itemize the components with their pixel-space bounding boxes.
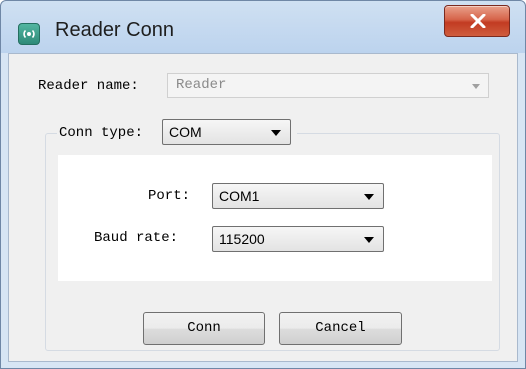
reader-name-label: Reader name: — [38, 78, 139, 94]
conn-button[interactable]: Conn — [143, 312, 265, 345]
conn-type-value: COM — [169, 124, 202, 140]
dialog-client-area: Reader name: Reader Conn type: COM Port:… — [8, 53, 518, 362]
reader-name-combo: Reader — [167, 73, 489, 98]
baud-rate-label: Baud rate: — [94, 230, 179, 246]
dialog-window: Reader Conn Reader name: Reader Conn typ… — [0, 0, 526, 369]
radio-signal-icon — [18, 23, 40, 45]
baud-rate-select[interactable]: 115200 — [212, 226, 384, 252]
conn-type-label: Conn type: — [59, 125, 144, 141]
title-bar[interactable]: Reader Conn — [1, 1, 525, 53]
close-button[interactable] — [444, 5, 510, 37]
baud-rate-value: 115200 — [219, 231, 265, 247]
port-label: Port: — [148, 188, 191, 204]
window-title: Reader Conn — [55, 19, 174, 41]
conn-type-select[interactable]: COM — [162, 119, 291, 145]
port-value: COM1 — [219, 188, 260, 204]
chevron-down-icon — [364, 194, 374, 200]
cancel-button[interactable]: Cancel — [279, 312, 402, 345]
chevron-down-icon — [472, 84, 480, 89]
port-select[interactable]: COM1 — [212, 183, 384, 209]
chevron-down-icon — [271, 130, 281, 136]
reader-name-value: Reader — [176, 77, 227, 93]
chevron-down-icon — [364, 237, 374, 243]
close-icon — [470, 14, 486, 28]
port-settings-panel — [58, 155, 492, 281]
